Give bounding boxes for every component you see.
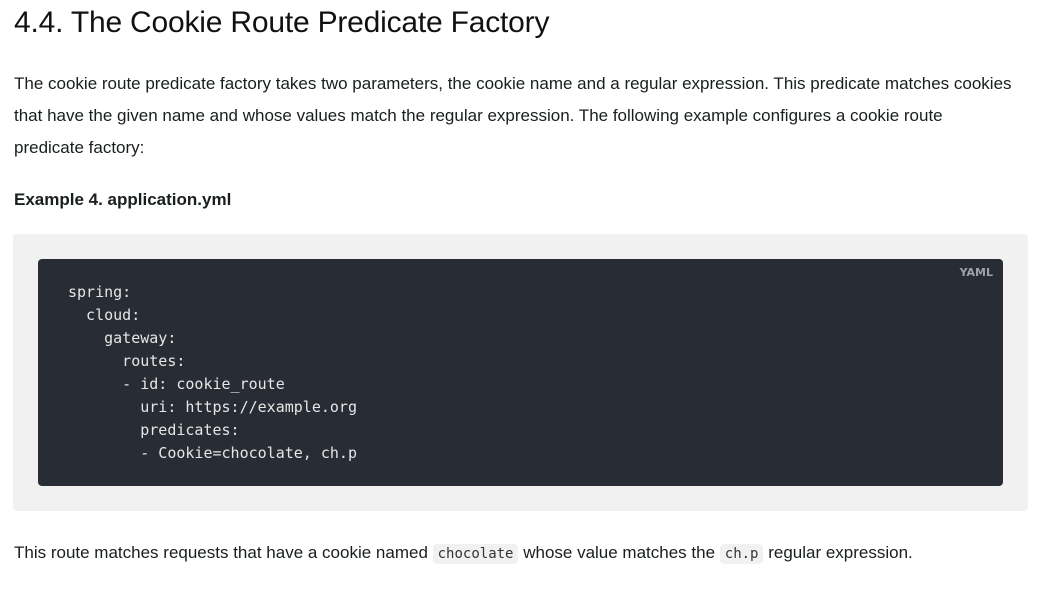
section-heading: 4.4. The Cookie Route Predicate Factory	[14, 6, 550, 39]
summary-text: This route matches requests that have a …	[14, 543, 433, 562]
summary-paragraph: This route matches requests that have a …	[14, 537, 1014, 570]
intro-paragraph: The cookie route predicate factory takes…	[14, 74, 1012, 157]
inline-code-regex: ch.p	[719, 544, 764, 564]
summary-text: regular expression.	[763, 543, 913, 562]
inline-code-chocolate: chocolate	[432, 544, 519, 564]
summary-text: whose value matches the	[518, 543, 720, 562]
example-title: Example 4. application.yml	[14, 190, 232, 209]
example-block: YAML spring: cloud: gateway: routes: - i…	[13, 234, 1028, 511]
code-content[interactable]: spring: cloud: gateway: routes: - id: co…	[68, 281, 357, 465]
language-label: YAML	[959, 266, 993, 279]
code-block: YAML spring: cloud: gateway: routes: - i…	[38, 259, 1003, 486]
